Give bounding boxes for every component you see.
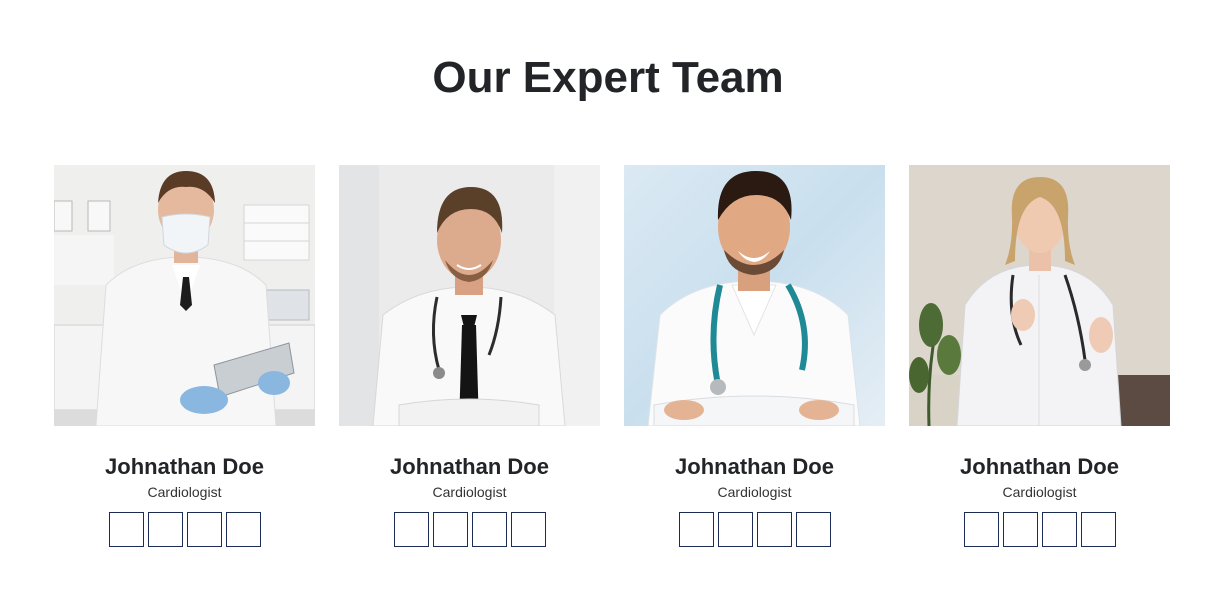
team-card: Johnathan Doe Cardiologist — [339, 165, 600, 547]
doctor-photo — [339, 165, 600, 426]
social-link-button[interactable] — [1002, 512, 1038, 547]
social-link-button[interactable] — [1080, 512, 1116, 547]
social-link-button[interactable] — [963, 512, 999, 547]
team-grid: Johnathan Doe Cardiologist Johnathan Doe… — [54, 165, 1170, 547]
team-card: Johnathan Doe Cardiologist — [909, 165, 1170, 547]
team-card: Johnathan Doe Cardiologist — [54, 165, 315, 547]
social-link-button[interactable] — [510, 512, 546, 547]
social-link-button[interactable] — [756, 512, 792, 547]
social-link-button[interactable] — [1041, 512, 1077, 547]
social-link-button[interactable] — [225, 512, 261, 547]
member-role: Cardiologist — [147, 484, 222, 500]
doctor-photo — [624, 165, 885, 426]
member-name: Johnathan Doe — [675, 454, 834, 479]
section-title: Our Expert Team — [432, 53, 784, 102]
member-name: Johnathan Doe — [960, 454, 1119, 479]
member-role: Cardiologist — [432, 484, 507, 500]
social-link-button[interactable] — [471, 512, 507, 547]
social-link-button[interactable] — [795, 512, 831, 547]
social-link-button[interactable] — [678, 512, 714, 547]
doctor-photo — [54, 165, 315, 426]
social-links — [393, 512, 546, 547]
social-link-button[interactable] — [108, 512, 144, 547]
social-link-button[interactable] — [393, 512, 429, 547]
member-name: Johnathan Doe — [105, 454, 264, 479]
social-links — [963, 512, 1116, 547]
social-link-button[interactable] — [717, 512, 753, 547]
social-link-button[interactable] — [432, 512, 468, 547]
social-links — [678, 512, 831, 547]
social-links — [108, 512, 261, 547]
doctor-photo — [909, 165, 1170, 426]
team-card: Johnathan Doe Cardiologist — [624, 165, 885, 547]
member-role: Cardiologist — [1002, 484, 1077, 500]
member-name: Johnathan Doe — [390, 454, 549, 479]
team-section: Our Expert Team Johnathan Doe Cardiologi… — [0, 0, 1216, 614]
social-link-button[interactable] — [147, 512, 183, 547]
member-role: Cardiologist — [717, 484, 792, 500]
social-link-button[interactable] — [186, 512, 222, 547]
